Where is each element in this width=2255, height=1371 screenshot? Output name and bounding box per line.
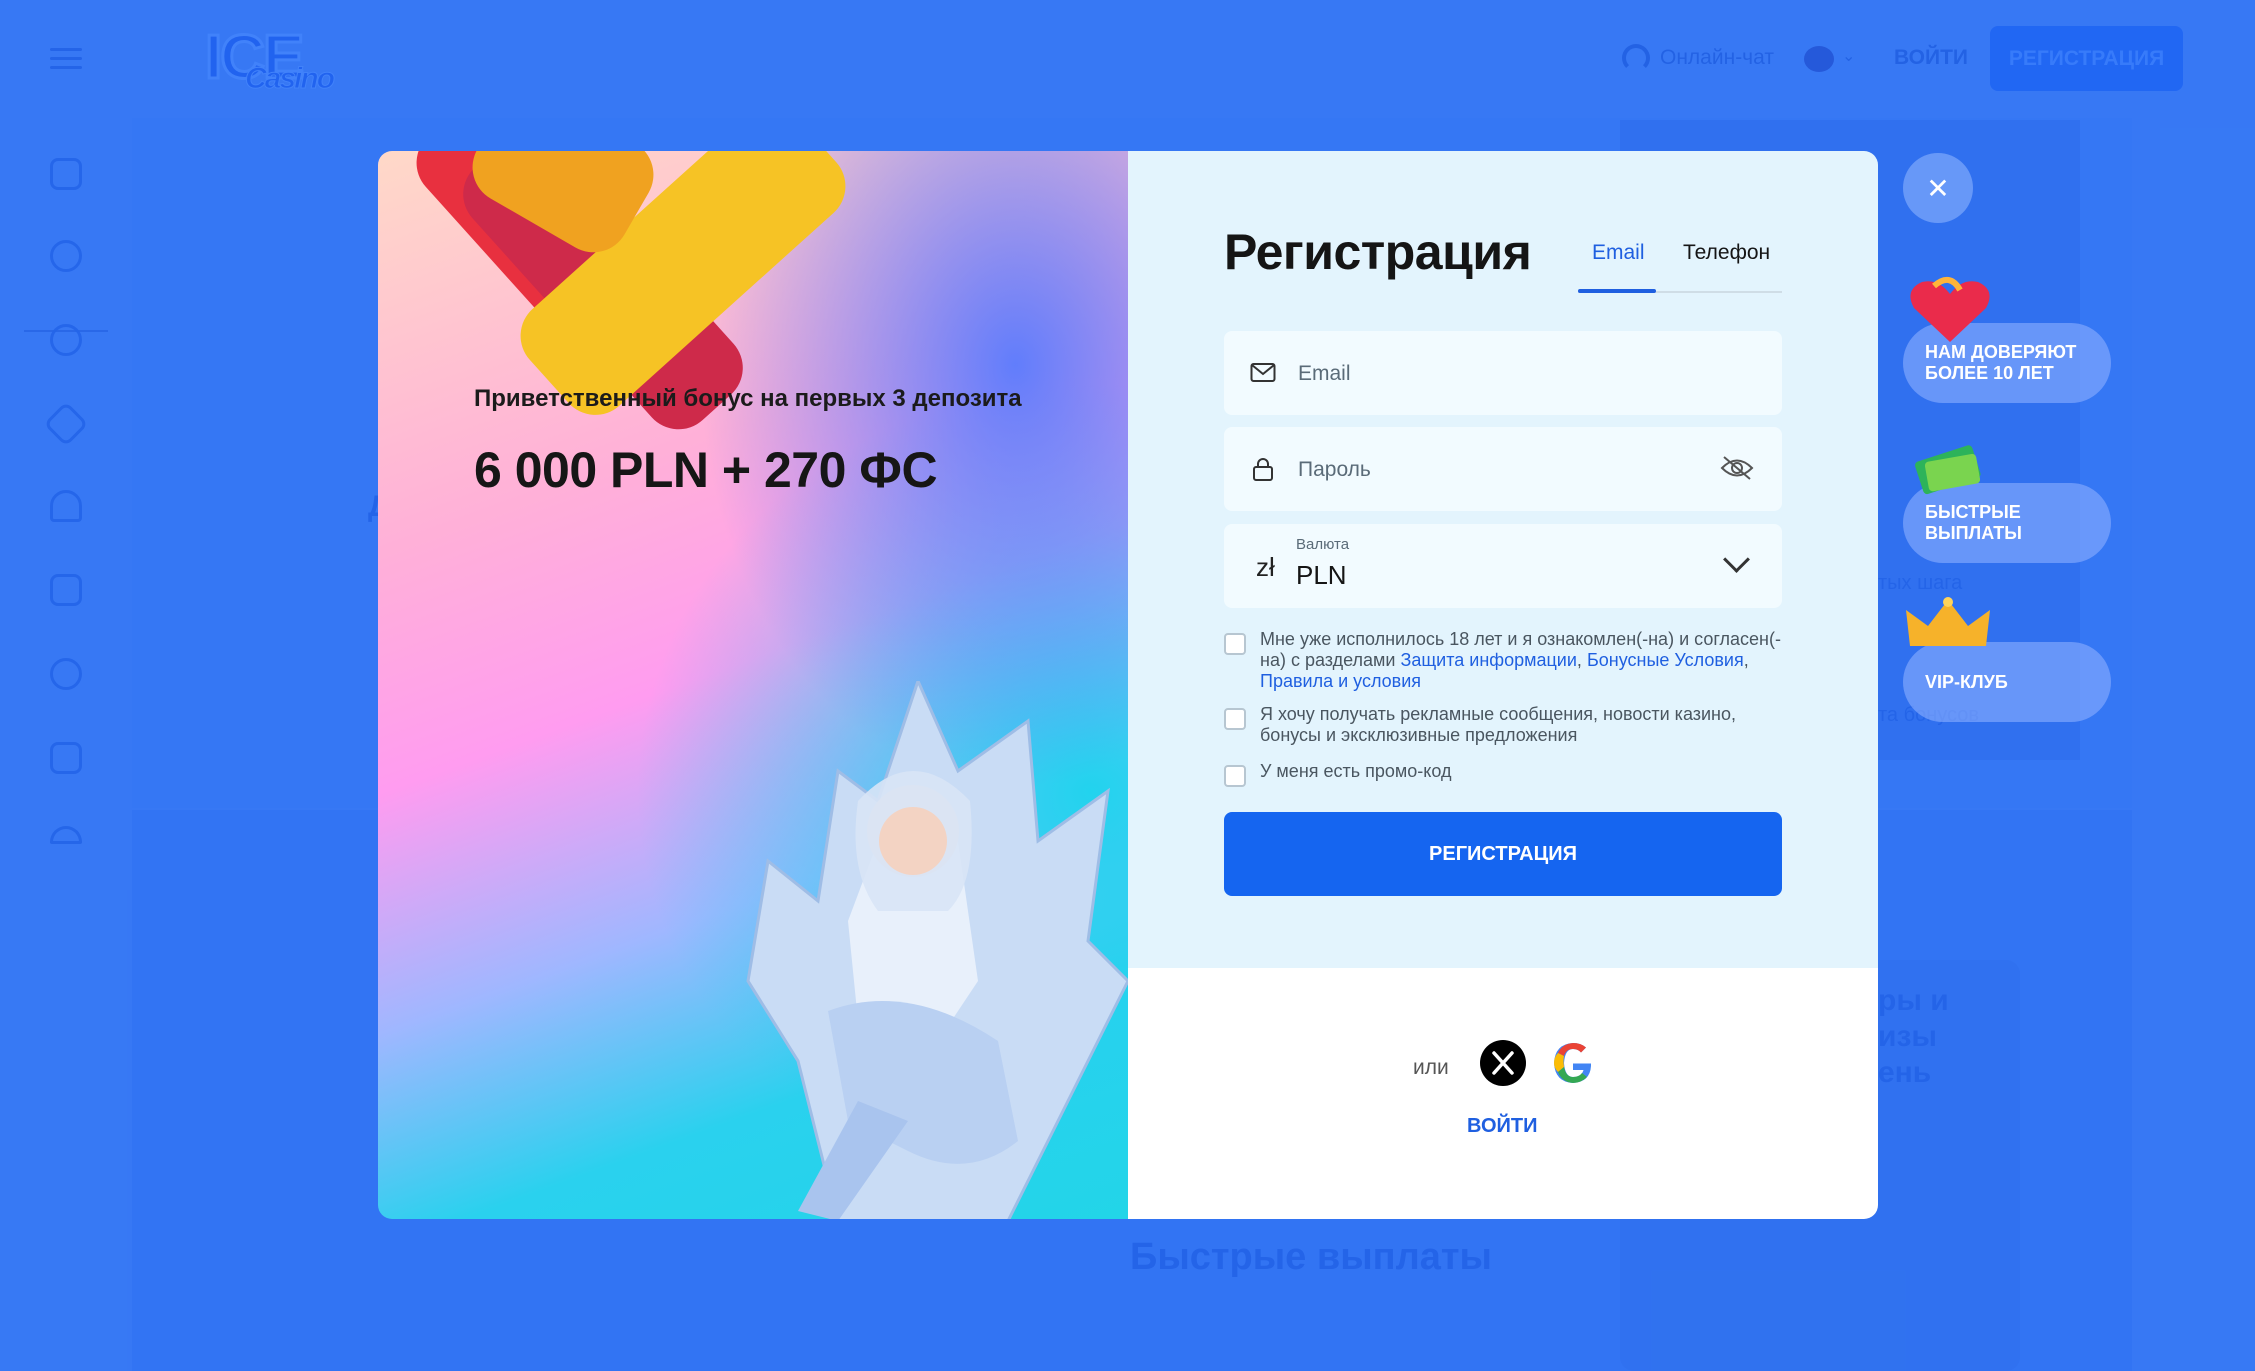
crown-icon: [1906, 597, 1990, 646]
tag-icon[interactable]: [43, 401, 89, 447]
promo-code-checkbox-row: У меня есть промо-код: [1224, 761, 1782, 787]
register-button[interactable]: РЕГИСТРАЦИЯ: [1224, 812, 1782, 896]
terms-checkbox[interactable]: [1224, 633, 1246, 655]
close-modal-button[interactable]: ✕: [1903, 153, 1973, 223]
background-text-fragment: ень: [1878, 1056, 1932, 1089]
zloty-icon: zł: [1256, 552, 1275, 582]
link-separator: ,: [1576, 650, 1587, 670]
eye-off-icon[interactable]: [1720, 455, 1754, 481]
promo-amount: 6 000 PLN + 270 ФС: [474, 442, 938, 498]
medal-icon[interactable]: [50, 324, 82, 356]
background-text-fragment: ры и: [1878, 984, 1949, 1017]
currency-label: Валюта: [1296, 536, 1350, 553]
chevron-down-icon[interactable]: ⌄: [1842, 46, 1855, 66]
language-flag-icon[interactable]: [1804, 46, 1834, 72]
active-tab-indicator: [1578, 289, 1656, 293]
google-login-icon[interactable]: [1550, 1040, 1596, 1086]
heart-icon: [1910, 277, 1990, 342]
tab-phone[interactable]: Телефон: [1683, 241, 1770, 265]
promo-code-checkbox[interactable]: [1224, 765, 1246, 787]
header-register-button[interactable]: РЕГИСТРАЦИЯ: [1990, 26, 2183, 91]
privacy-link[interactable]: Защита информации: [1400, 650, 1576, 670]
link-separator: ,: [1743, 650, 1749, 670]
form-title: Регистрация: [1224, 224, 1532, 280]
bonus-terms-link[interactable]: Бонусные Условия: [1587, 650, 1744, 670]
rocket-icon[interactable]: [50, 490, 82, 522]
trophy-icon[interactable]: [50, 742, 82, 774]
registration-modal: Приветственный бонус на первых 3 депозит…: [378, 151, 1878, 1219]
mail-icon: [1250, 363, 1276, 382]
online-chat-button[interactable]: Онлайн-чат: [1622, 44, 1774, 72]
cash-icon: [1915, 445, 1981, 495]
headset-icon: [1622, 44, 1650, 72]
background-text-fragment: изы: [1878, 1020, 1937, 1053]
currency-select[interactable]: zł Валюта PLN: [1224, 524, 1782, 608]
grid-icon[interactable]: [50, 158, 82, 190]
fast-payouts-heading: Быстрые выплаты: [1130, 1236, 1492, 1278]
email-input[interactable]: [1296, 331, 1720, 417]
logo[interactable]: ICE Casino: [203, 22, 335, 96]
shop-icon[interactable]: [50, 574, 82, 606]
currency-value: PLN: [1296, 560, 1347, 590]
marketing-text: Я хочу получать рекламные сообщения, нов…: [1260, 704, 1737, 745]
sidebar: [0, 118, 132, 844]
top-bar: ICE Casino Онлайн-чат ⌄ ВОЙТИ РЕГИСТРАЦИ…: [0, 0, 2255, 118]
auth-method-tabs: Email Телефон: [1578, 241, 1782, 293]
rules-link[interactable]: Правила и условия: [1260, 671, 1421, 691]
promo-subtitle: Приветственный бонус на первых 3 депозит…: [474, 385, 1022, 412]
registration-form: Регистрация Email Телефон Email zł Валют…: [1128, 151, 1878, 968]
menu-icon[interactable]: [50, 48, 82, 69]
background-text-fragment: тых шага: [1878, 572, 1963, 594]
email-field[interactable]: [1224, 331, 1782, 417]
basketball-icon[interactable]: [50, 658, 82, 690]
terms-checkbox-row: Мне уже исполнилось 18 лет и я ознакомле…: [1224, 629, 1782, 692]
close-icon: ✕: [1926, 172, 1950, 204]
password-field[interactable]: [1224, 427, 1782, 513]
password-input[interactable]: [1296, 427, 1720, 513]
ice-queen-illustration: [746, 681, 1128, 1219]
lock-icon: [1253, 458, 1273, 481]
vip-club-badge: VIP-КЛУБ: [1903, 642, 2111, 722]
x-login-icon[interactable]: [1480, 1040, 1526, 1086]
promo-panel: Приветственный бонус на первых 3 депозит…: [378, 151, 1128, 1219]
social-login-section: или ВОЙТИ: [1128, 968, 1878, 1219]
helmet-icon[interactable]: [50, 826, 82, 844]
login-link[interactable]: ВОЙТИ: [1467, 1115, 1537, 1138]
tab-email[interactable]: Email: [1592, 241, 1645, 265]
soccer-ball-icon[interactable]: [50, 240, 82, 272]
marketing-checkbox[interactable]: [1224, 708, 1246, 730]
marketing-checkbox-row: Я хочу получать рекламные сообщения, нов…: [1224, 704, 1782, 746]
chevron-down-icon[interactable]: [1723, 546, 1750, 573]
or-label: или: [1413, 1056, 1449, 1079]
header-login-button[interactable]: ВОЙТИ: [1894, 46, 1968, 70]
promo-code-text: У меня есть промо-код: [1260, 761, 1452, 781]
